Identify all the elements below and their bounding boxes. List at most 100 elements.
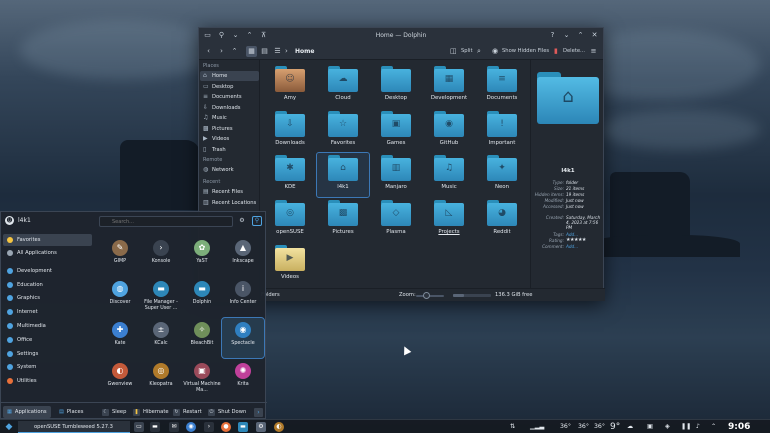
app-gwenview[interactable]: ◐ Gwenview: [99, 359, 141, 399]
cloud-icon[interactable]: ☁: [627, 421, 633, 433]
firefox-icon[interactable]: ●: [221, 422, 231, 432]
weather-temp[interactable]: 9°: [610, 421, 620, 433]
category-graphics[interactable]: Graphics: [3, 292, 92, 304]
folder-item-videos[interactable]: ▶ Videos: [264, 243, 316, 287]
sidebar-item-documents[interactable]: ≡ Documents: [200, 92, 259, 102]
close-icon[interactable]: ✕: [590, 30, 599, 40]
breadcrumb[interactable]: Home: [295, 46, 314, 57]
terminal-icon[interactable]: ›: [204, 422, 214, 432]
app-kleopatra[interactable]: ◎ Kleopatra: [140, 359, 182, 399]
app-bleachbit[interactable]: ✧ BleachBit: [181, 318, 223, 358]
folder-item-plasma[interactable]: ◇ Plasma: [370, 198, 422, 242]
delete-icon[interactable]: ▮: [554, 46, 558, 57]
chevrons-up-icon[interactable]: ⌃: [245, 30, 254, 40]
sleep-button[interactable]: ☾ Sleep: [102, 406, 126, 418]
category-settings[interactable]: Settings: [3, 348, 92, 360]
app-krita[interactable]: ✺ Krita: [222, 359, 264, 399]
expand-tray-icon[interactable]: ⌃: [711, 421, 716, 433]
sidebar-item-videos[interactable]: ▶ Videos: [200, 134, 259, 144]
sidebar-item-recent-files[interactable]: ▤ Recent Files: [200, 187, 259, 197]
app-dolphin[interactable]: ▬ Dolphin: [181, 277, 223, 317]
details-view-button[interactable]: ☰: [272, 46, 283, 57]
folder-item-manjaro[interactable]: ▥ Manjaro: [370, 153, 422, 197]
folder-item-documents[interactable]: ≡ Documents: [476, 64, 528, 108]
window-menu-icon[interactable]: ▭: [203, 30, 212, 40]
more-power-options-icon[interactable]: ›: [254, 408, 263, 417]
split-button[interactable]: Split: [461, 46, 473, 57]
category-all-applications[interactable]: All Applications: [3, 247, 92, 259]
keep-above-icon[interactable]: ⊼: [259, 30, 268, 40]
category-office[interactable]: Office: [3, 334, 92, 346]
browser-icon[interactable]: ◉: [186, 422, 196, 432]
kde-connect-icon[interactable]: ◈: [665, 421, 670, 433]
folder-item-kde[interactable]: ✱ KDE: [264, 153, 316, 197]
configure-icon[interactable]: ⚙: [238, 217, 246, 225]
app-virtual-machine-ma[interactable]: ▣ Virtual Machine Ma...: [181, 359, 223, 399]
start-menu-icon[interactable]: ◆: [3, 421, 15, 433]
pin-launcher-icon[interactable]: ⚲: [252, 216, 262, 226]
split-icon[interactable]: ◫: [450, 46, 457, 57]
system-settings-icon[interactable]: ⚙: [256, 422, 266, 432]
app-yast[interactable]: ✿ YaST: [181, 236, 223, 276]
app-icon[interactable]: ◐: [274, 422, 284, 432]
folder-item-opensuse[interactable]: ◎ openSUSE: [264, 198, 316, 242]
sidebar-item-home[interactable]: ⌂ Home: [200, 71, 259, 81]
sidebar-item-music[interactable]: ♫ Music: [200, 113, 259, 123]
sidebar-item-recent-locations[interactable]: ▥ Recent Locations: [200, 198, 259, 208]
folder-item-desktop[interactable]: Desktop: [370, 64, 422, 108]
mail-icon[interactable]: ✉: [169, 422, 179, 432]
folder-item-github[interactable]: ◉ GitHub: [423, 109, 475, 153]
minimize-icon[interactable]: ⌄: [562, 30, 571, 40]
sidebar-item-network[interactable]: ◍ Network: [200, 165, 259, 175]
search-icon[interactable]: ⌕: [477, 46, 481, 57]
folder-item-reddit[interactable]: ◕ Reddit: [476, 198, 528, 242]
category-education[interactable]: Education: [3, 279, 92, 291]
category-favorites[interactable]: Favorites: [3, 234, 92, 246]
app-spectacle[interactable]: ◉ Spectacle: [221, 317, 265, 359]
show-hidden-files-button[interactable]: Show Hidden Files: [502, 46, 549, 57]
sidebar-item-trash[interactable]: ▯ Trash: [200, 145, 259, 155]
app-discover[interactable]: ◍ Discover: [99, 277, 141, 317]
category-internet[interactable]: Internet: [3, 306, 92, 318]
clock[interactable]: 9:06: [728, 420, 750, 433]
folder-item-pictures[interactable]: ▩ Pictures: [317, 198, 369, 242]
category-multimedia[interactable]: Multimedia: [3, 320, 92, 332]
hamburger-menu-icon[interactable]: ≡: [588, 46, 599, 57]
pin-icon[interactable]: ⚲: [217, 30, 226, 40]
folder-item-important[interactable]: ! Important: [476, 109, 528, 153]
application-launcher[interactable]: ☻ l4k1 ⌕ ⚙ ⚲ Favorites All Applications De…: [0, 211, 267, 419]
folder-item-games[interactable]: ▣ Games: [370, 109, 422, 153]
info-value[interactable]: Add...: [566, 244, 604, 249]
window-titlebar[interactable]: ▭ ⚲ ⌄ ⌃ ⊼ Home — Dolphin ? ⌄ ⌃ ✕: [199, 28, 603, 43]
avatar[interactable]: ☻: [5, 216, 14, 225]
hibernate-button[interactable]: ❚ Hibernate: [133, 406, 169, 418]
tab-places[interactable]: ▤ Places: [55, 406, 87, 418]
category-development[interactable]: Development: [3, 265, 92, 277]
zoom-slider-handle[interactable]: [422, 292, 430, 299]
app-inkscape[interactable]: ▲ Inkscape: [222, 236, 264, 276]
app-gimp[interactable]: ✎ GIMP: [99, 236, 141, 276]
restart-button[interactable]: ↻ Restart: [173, 406, 202, 418]
app-info-center[interactable]: i Info Center: [222, 277, 264, 317]
category-system[interactable]: System: [3, 361, 92, 373]
delete-button[interactable]: Delete...: [563, 46, 585, 57]
zoom-slider[interactable]: [416, 295, 444, 297]
sidebar-item-desktop[interactable]: ▭ Desktop: [200, 82, 259, 92]
clipboard-icon[interactable]: ▣: [647, 421, 653, 433]
folder-item-amy[interactable]: ☺ Amy: [264, 64, 316, 108]
folder-item-cloud[interactable]: ☁ Cloud: [317, 64, 369, 108]
folder-item-projects[interactable]: ◺ Projects: [423, 198, 475, 242]
dolphin-taskbar-icon[interactable]: ▬: [238, 422, 248, 432]
network-tray-icon[interactable]: ⇅: [510, 421, 515, 433]
pager-icon[interactable]: ▭: [134, 422, 144, 432]
search-input[interactable]: [99, 216, 233, 227]
volume-icon[interactable]: ♪: [696, 421, 700, 433]
show-hidden-icon[interactable]: ◉: [492, 46, 498, 57]
rating-stars[interactable]: ★★★★★: [566, 238, 604, 243]
folder-item-music[interactable]: ♫ Music: [423, 153, 475, 197]
sidebar-item-pictures[interactable]: ▩ Pictures: [200, 124, 259, 134]
back-button[interactable]: ‹: [203, 46, 214, 57]
up-button[interactable]: ⌃: [229, 46, 240, 57]
forward-button[interactable]: ›: [216, 46, 227, 57]
app-kate[interactable]: ✚ Kate: [99, 318, 141, 358]
